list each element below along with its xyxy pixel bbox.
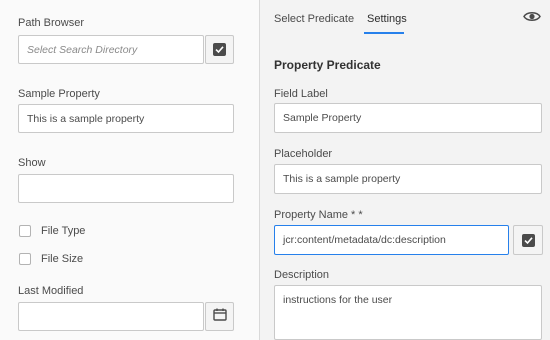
file-type-checkbox[interactable] [19,225,31,237]
form-preview-panel: Path Browser Select Search Directory Sam… [0,0,260,340]
file-type-label: File Type [41,225,86,237]
path-browser-label: Path Browser [18,17,85,29]
show-label: Show [18,157,46,169]
property-name-select-button[interactable] [513,225,543,255]
path-browser-select-button[interactable] [205,35,234,64]
section-title: Property Predicate [274,58,381,72]
last-modified-input[interactable] [18,302,204,331]
sample-property-input[interactable]: This is a sample property [18,104,234,133]
last-modified-label: Last Modified [18,285,84,297]
check-icon [521,233,535,247]
placeholder-input[interactable]: This is a sample property [274,164,542,194]
tab-settings[interactable]: Settings [367,13,407,25]
field-label-label: Field Label [274,88,328,100]
description-textarea[interactable]: instructions for the user [274,285,542,340]
date-picker-button[interactable] [205,302,234,331]
eye-icon[interactable] [523,10,541,28]
tab-select-predicate[interactable]: Select Predicate [274,13,354,25]
active-tab-indicator [364,32,404,34]
file-size-checkbox[interactable] [19,253,31,265]
file-size-label: File Size [41,253,84,265]
show-input[interactable] [18,174,234,203]
field-label-input[interactable]: Sample Property [274,103,542,133]
check-icon [213,43,226,56]
sample-property-label: Sample Property [18,88,100,100]
path-browser-input[interactable]: Select Search Directory [18,35,204,64]
description-label: Description [274,269,330,281]
placeholder-label: Placeholder [274,148,333,160]
property-name-input[interactable]: jcr:content/metadata/dc:description [274,225,509,255]
calendar-icon [212,308,227,326]
property-name-label: Property Name * * [274,209,363,221]
